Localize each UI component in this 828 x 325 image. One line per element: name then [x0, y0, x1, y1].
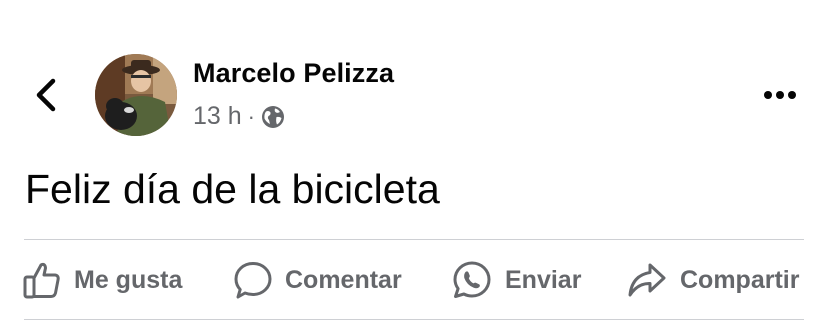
- post-text: Feliz día de la bicicleta: [25, 166, 440, 212]
- avatar[interactable]: [95, 54, 177, 136]
- divider-top: [24, 239, 804, 240]
- like-button[interactable]: Me gusta: [22, 246, 182, 314]
- avatar-photo: [95, 54, 177, 136]
- meta-separator: ·: [247, 103, 255, 129]
- share-button[interactable]: Compartir: [626, 246, 799, 314]
- action-bar: Me gusta Comentar Enviar Compartir: [0, 246, 828, 314]
- more-horizontal-icon: [764, 91, 796, 99]
- back-button[interactable]: [28, 74, 64, 116]
- post-meta: 13 h ·: [193, 102, 285, 131]
- post-time[interactable]: 13 h: [193, 102, 242, 131]
- send-label: Enviar: [505, 265, 582, 294]
- more-options-button[interactable]: [758, 82, 802, 108]
- comment-label: Comentar: [285, 265, 402, 294]
- share-label: Compartir: [680, 265, 800, 294]
- author-name[interactable]: Marcelo Pelizza: [193, 58, 394, 89]
- send-button[interactable]: Enviar: [451, 246, 581, 314]
- comment-button[interactable]: Comentar: [233, 246, 402, 314]
- thumbs-up-icon: [22, 260, 62, 300]
- globe-icon[interactable]: [261, 105, 285, 129]
- divider-bottom: [24, 319, 804, 320]
- whatsapp-icon: [451, 259, 493, 301]
- share-icon: [626, 260, 668, 300]
- like-label: Me gusta: [74, 265, 183, 294]
- comment-icon: [233, 260, 273, 300]
- chevron-left-icon: [36, 78, 56, 112]
